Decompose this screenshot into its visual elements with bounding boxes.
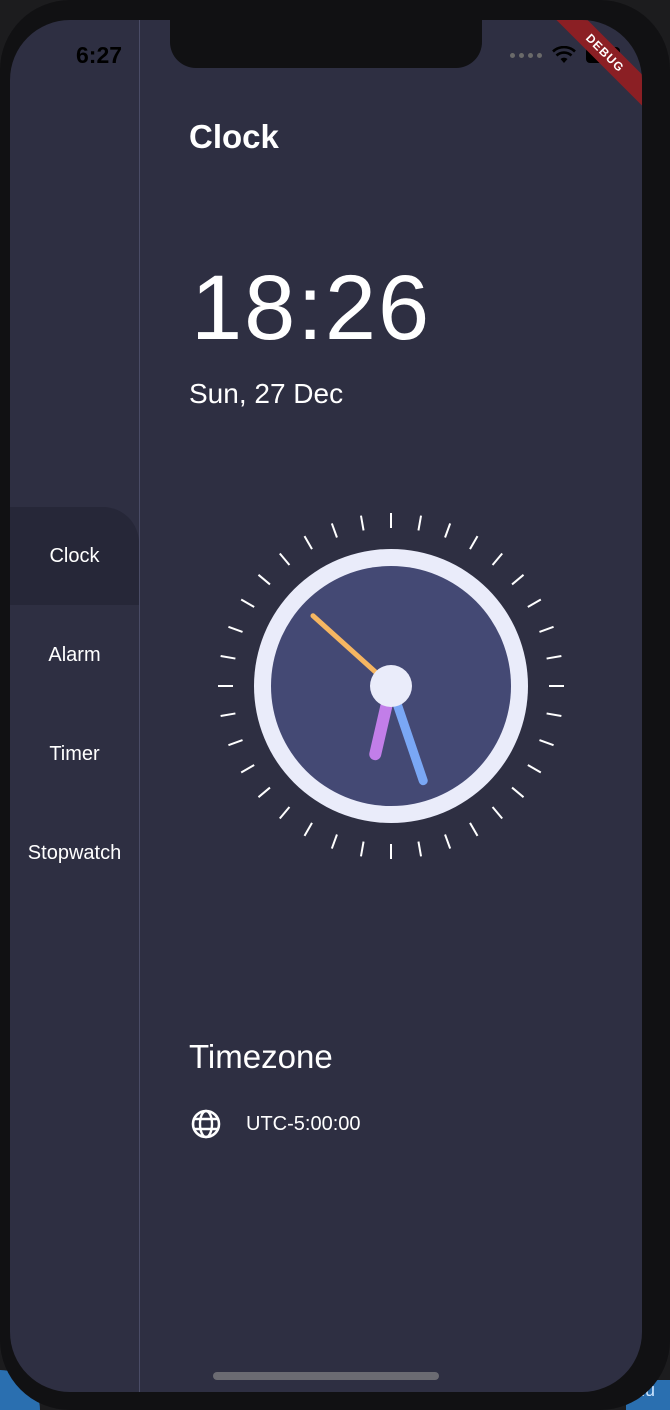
clock-tick: [303, 535, 313, 550]
clock-tick: [359, 515, 365, 531]
clock-tick: [417, 515, 423, 531]
sidebar-item-clock[interactable]: Clock: [10, 507, 139, 605]
clock-tick: [444, 834, 452, 849]
clock-tick: [444, 523, 452, 538]
clock-tick: [279, 552, 291, 566]
sidebar-item-timer[interactable]: Timer: [10, 705, 139, 803]
clock-tick: [539, 739, 554, 747]
clock-tick: [279, 806, 291, 820]
timezone-row: UTC-5:00:00: [190, 1108, 361, 1140]
clock-tick: [469, 822, 479, 837]
clock-tick: [240, 764, 255, 774]
clock-tick: [546, 712, 562, 718]
sidebar-item-alarm[interactable]: Alarm: [10, 606, 139, 704]
wifi-icon: [552, 46, 576, 63]
current-date: Sun, 27 Dec: [189, 378, 344, 409]
home-indicator[interactable]: [213, 1372, 439, 1380]
device-notch: [170, 20, 482, 68]
timezone-value: UTC-5:00:00: [246, 1112, 361, 1135]
signal-dots-icon: [510, 52, 542, 58]
clock-tick: [527, 764, 542, 774]
analog-clock: [218, 513, 564, 859]
sidebar-item-stopwatch[interactable]: Stopwatch: [10, 804, 139, 902]
clock-tick: [220, 712, 236, 718]
clock-tick: [511, 574, 525, 586]
sidebar-nav: Clock Alarm Timer Stopwatch: [10, 20, 140, 1392]
clock-tick: [511, 786, 525, 798]
clock-tick: [469, 535, 479, 550]
app-screen: 6:27 DEBUG Clock Alarm Timer Stopwatch C…: [10, 20, 642, 1392]
clock-tick: [539, 625, 554, 633]
clock-tick: [491, 552, 503, 566]
clock-tick: [330, 523, 338, 538]
status-bar-time: 6:27: [76, 42, 123, 68]
clock-tick: [228, 625, 243, 633]
page-title: Clock: [189, 118, 279, 155]
clock-tick: [417, 841, 423, 857]
clock-tick: [228, 739, 243, 747]
globe-icon: [191, 1109, 221, 1139]
phone-frame: 6:27 DEBUG Clock Alarm Timer Stopwatch C…: [0, 0, 670, 1410]
clock-tick: [491, 806, 503, 820]
clock-tick: [527, 598, 542, 608]
clock-tick: [240, 598, 255, 608]
clock-center-cap: [370, 665, 412, 707]
digital-time: 18:26: [191, 257, 432, 359]
clock-tick: [257, 786, 271, 798]
timezone-heading: Timezone: [189, 1038, 333, 1075]
clock-tick: [303, 822, 313, 837]
clock-tick: [359, 841, 365, 857]
clock-tick: [330, 834, 338, 849]
clock-tick: [546, 654, 562, 660]
clock-tick: [220, 654, 236, 660]
clock-tick: [257, 574, 271, 586]
